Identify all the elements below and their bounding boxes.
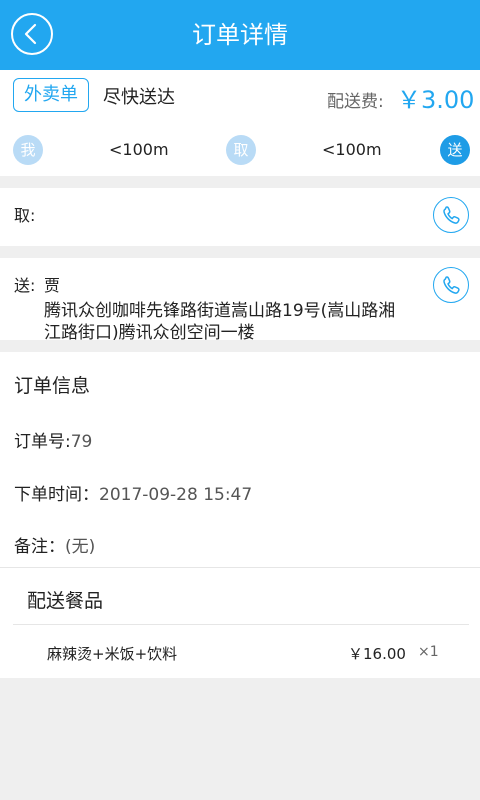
- delivery-label: 送:: [14, 276, 36, 295]
- order-info-title: 订单信息: [14, 375, 91, 397]
- page-title: 订单详情: [192, 21, 288, 49]
- order-number-row: 订单号:79: [14, 427, 92, 452]
- pickup-panel: [0, 188, 480, 246]
- recipient-name: 贾: [44, 276, 61, 295]
- app-header: 订单详情: [0, 0, 480, 70]
- meal-item-price: ￥16.00: [348, 645, 406, 663]
- delivery-fee-value: ￥3.00: [397, 86, 475, 114]
- pickup-badge: 取: [226, 135, 256, 165]
- meal-item-name: 麻辣烫+米饭+饮料: [47, 645, 178, 663]
- meal-item-qty: ×1: [418, 644, 439, 660]
- distance-to-pickup: <100m: [109, 140, 169, 159]
- order-note-label: 备注：: [14, 537, 65, 557]
- divider: [0, 567, 480, 568]
- order-type-badge: 外卖单: [13, 78, 89, 112]
- distance-to-delivery: <100m: [322, 140, 382, 159]
- deliver-badge: 送: [440, 135, 470, 165]
- pickup-label: 取:: [14, 206, 36, 225]
- delivery-address-line2: 江路街口)腾讯众创空间一楼: [44, 323, 255, 343]
- order-number-label: 订单号:: [14, 432, 71, 452]
- order-time-value: 2017-09-28 15:47: [99, 485, 253, 505]
- me-badge: 我: [13, 135, 43, 165]
- divider: [13, 624, 469, 625]
- delivery-call-button[interactable]: [433, 267, 469, 303]
- phone-icon: [443, 276, 460, 294]
- order-note-row: 备注：(无): [14, 532, 95, 557]
- meals-title: 配送餐品: [27, 590, 104, 612]
- delivery-mode: 尽快送达: [103, 87, 175, 108]
- pickup-call-button[interactable]: [433, 197, 469, 233]
- order-time-label: 下单时间：: [14, 485, 99, 505]
- order-time-row: 下单时间：2017-09-28 15:47: [14, 480, 252, 505]
- order-note-value: (无): [65, 537, 96, 557]
- delivery-fee-label: 配送费:: [327, 92, 384, 112]
- phone-icon: [443, 206, 460, 224]
- order-info-panel: [0, 352, 480, 678]
- order-number-value: 79: [70, 432, 93, 452]
